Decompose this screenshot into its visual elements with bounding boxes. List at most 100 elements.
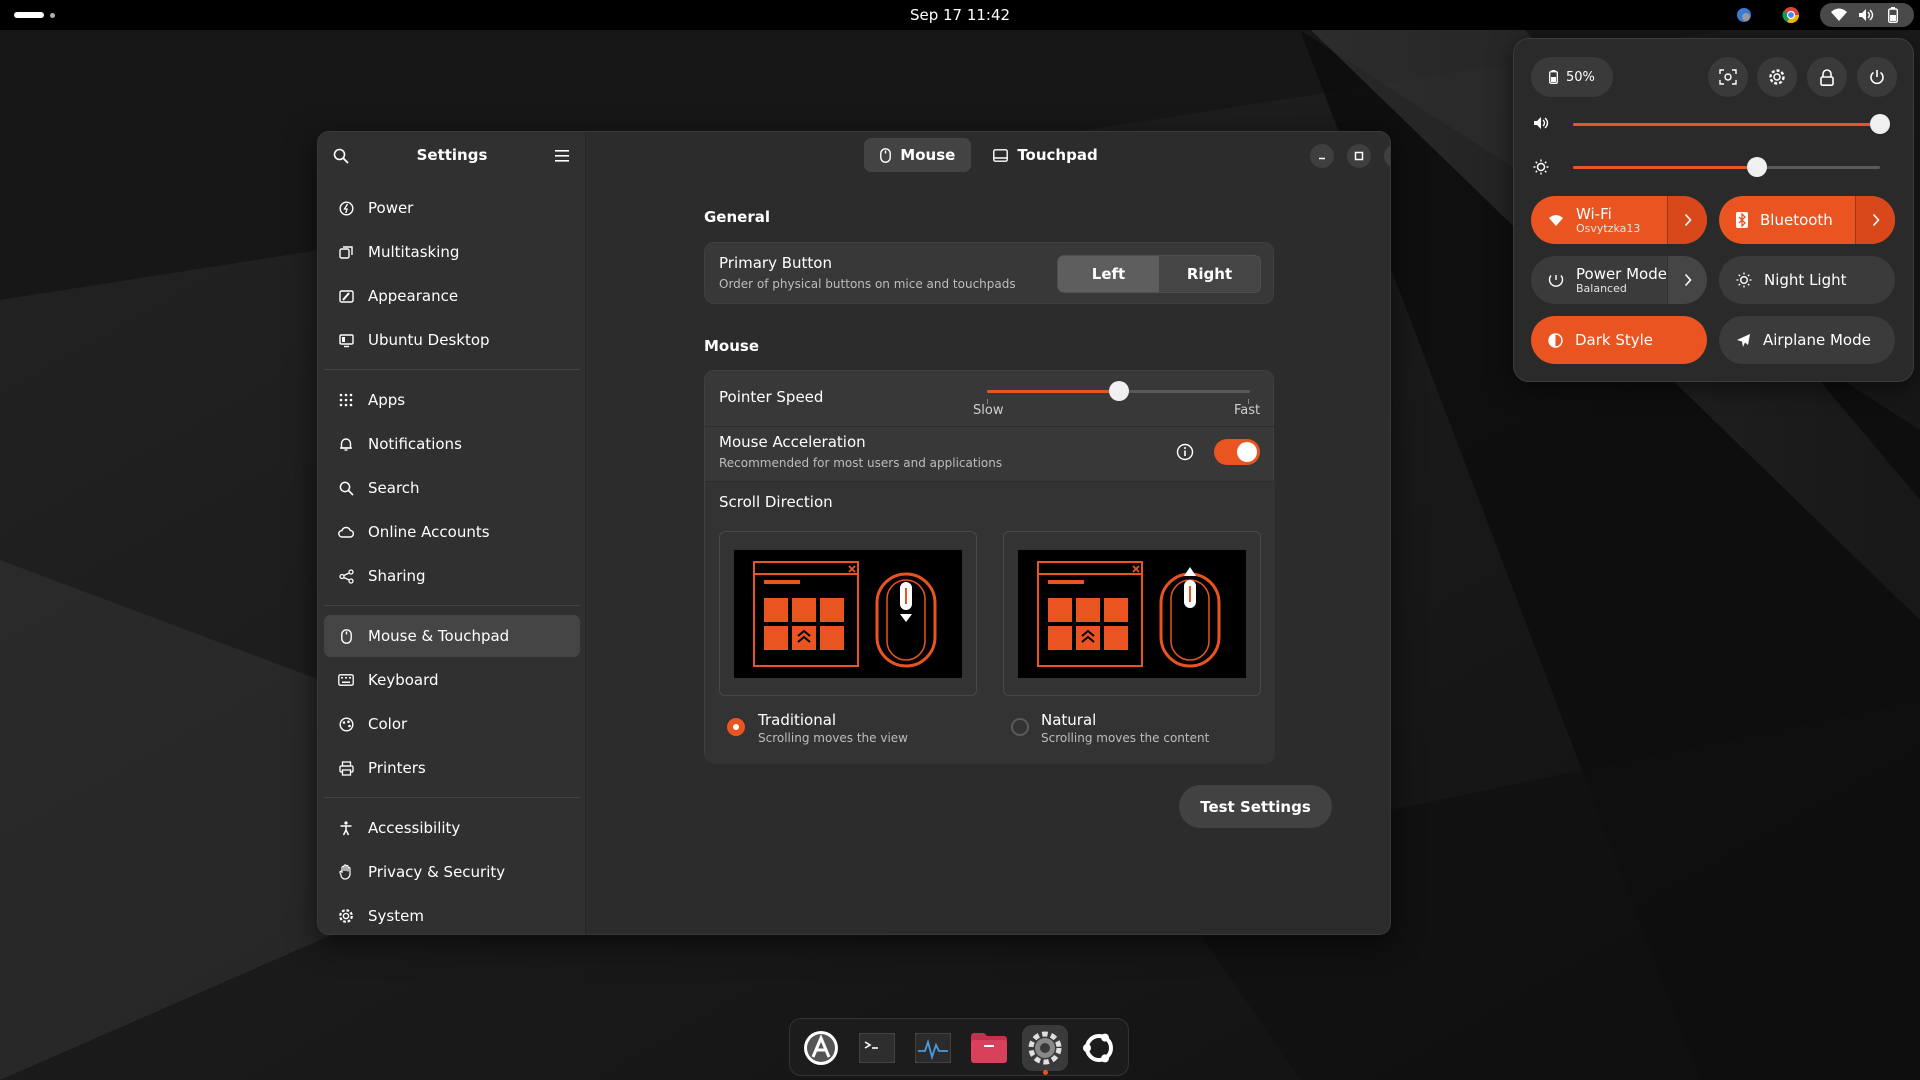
fast-label: Fast xyxy=(1234,403,1261,418)
sidebar-item-search[interactable]: Search xyxy=(324,467,580,509)
system-status-menu[interactable] xyxy=(1820,3,1914,27)
sidebar-item-appearance[interactable]: Appearance xyxy=(324,275,580,317)
volume-slider[interactable] xyxy=(1573,114,1890,134)
brightness-knob[interactable] xyxy=(1747,157,1768,177)
nav-separator xyxy=(324,369,580,370)
sidebar-item-label: Sharing xyxy=(368,567,426,585)
power-mode-icon xyxy=(1548,275,1564,287)
chevron-right-icon xyxy=(1684,213,1692,227)
test-settings-button[interactable]: Test Settings xyxy=(1179,785,1332,828)
primary-button-title: Primary Button xyxy=(719,254,832,272)
lock-screen-button[interactable] xyxy=(1807,57,1847,97)
battery-status-button[interactable]: 50% xyxy=(1531,57,1613,97)
dark-style-tile[interactable]: Dark Style xyxy=(1531,316,1707,364)
brightness-fill xyxy=(1573,166,1758,169)
sidebar-item-privacy-security[interactable]: Privacy & Security xyxy=(324,851,580,893)
mouse-section-title: Mouse xyxy=(704,337,760,355)
volume-icon xyxy=(1534,117,1549,129)
night-light-tile[interactable]: Night Light xyxy=(1719,256,1895,304)
app-center-icon xyxy=(804,1031,838,1065)
wifi-tile[interactable]: Wi-Fi Osvytzka13 xyxy=(1531,196,1707,244)
sidebar-item-sharing[interactable]: Sharing xyxy=(324,555,580,597)
airplane-mode-label: Airplane Mode xyxy=(1763,331,1871,349)
remote-desktop-tray-icon[interactable] xyxy=(1734,5,1754,25)
power-off-button[interactable] xyxy=(1857,57,1897,97)
clock-datetime[interactable]: Sep 17 11:42 xyxy=(910,6,1010,24)
sidebar-item-multitasking[interactable]: Multitasking xyxy=(324,231,580,273)
dark-style-label: Dark Style xyxy=(1575,331,1654,349)
mouse-icon xyxy=(880,147,892,163)
sidebar-item-mouse-touchpad[interactable]: Mouse & Touchpad xyxy=(324,615,580,657)
volume-fill xyxy=(1573,123,1880,126)
dock-system-monitor[interactable] xyxy=(910,1025,956,1071)
traditional-scroll-illustration[interactable] xyxy=(719,531,977,696)
wifi-icon xyxy=(1549,214,1563,226)
sidebar-item-label: System xyxy=(368,907,424,925)
primary-button-subtitle: Order of physical buttons on mice and to… xyxy=(719,277,1016,291)
volume-knob[interactable] xyxy=(1870,114,1890,134)
sidebar-item-printers[interactable]: Printers xyxy=(324,747,580,789)
dock-terminal[interactable] xyxy=(854,1025,900,1071)
dock-app-center[interactable] xyxy=(798,1025,844,1071)
natural-radio[interactable] xyxy=(1011,718,1029,736)
sidebar-item-color[interactable]: Color xyxy=(324,703,580,745)
dock-files[interactable] xyxy=(966,1025,1012,1071)
slow-label: Slow xyxy=(973,403,1004,418)
traditional-radio[interactable] xyxy=(727,718,745,736)
natural-scroll-illustration[interactable] xyxy=(1003,531,1261,696)
nav-separator xyxy=(324,605,580,606)
settings-window: Settings Power Multitasking Appearance Ubun… xyxy=(317,131,1391,935)
sidebar-item-label: Power xyxy=(368,199,414,217)
printer-icon xyxy=(338,760,354,776)
airplane-mode-tile[interactable]: Airplane Mode xyxy=(1719,316,1895,364)
screenshot-button[interactable] xyxy=(1708,57,1748,97)
activities-workspace-indicator[interactable] xyxy=(14,12,44,18)
settings-button[interactable] xyxy=(1757,57,1797,97)
info-icon[interactable] xyxy=(1176,443,1194,461)
sidebar-item-ubuntu-desktop[interactable]: Ubuntu Desktop xyxy=(324,319,580,361)
share-icon xyxy=(338,568,354,584)
touchpad-icon xyxy=(993,148,1009,162)
sidebar-item-online-accounts[interactable]: Online Accounts xyxy=(324,511,580,553)
power-mode-tile[interactable]: Power Mode Balanced xyxy=(1531,256,1707,304)
settings-nav-list: Power Multitasking Appearance Ubuntu Deskto… xyxy=(324,187,580,934)
dock-settings[interactable] xyxy=(1022,1025,1068,1071)
bluetooth-menu-arrow[interactable] xyxy=(1855,196,1895,244)
power-mode-menu-arrow[interactable] xyxy=(1667,256,1707,304)
hamburger-menu-icon[interactable] xyxy=(550,144,574,168)
minimize-button[interactable] xyxy=(1310,144,1334,168)
sidebar-item-notifications[interactable]: Notifications xyxy=(324,423,580,465)
screenshot-icon xyxy=(1719,69,1737,85)
running-indicator xyxy=(1043,1070,1048,1075)
power-mode-value: Balanced xyxy=(1576,281,1627,295)
dock-show-apps[interactable] xyxy=(1076,1025,1122,1071)
workspace-dot[interactable] xyxy=(50,13,55,18)
bluetooth-tile[interactable]: Bluetooth xyxy=(1719,196,1895,244)
accessibility-icon xyxy=(338,820,354,836)
tab-touchpad-label: Touchpad xyxy=(1017,146,1098,164)
primary-left-button[interactable]: Left xyxy=(1058,256,1159,292)
search-icon xyxy=(338,480,354,496)
sidebar-item-label: Keyboard xyxy=(368,671,439,689)
tab-mouse[interactable]: Mouse xyxy=(864,138,972,172)
sidebar-item-apps[interactable]: Apps xyxy=(324,379,580,421)
night-light-label: Night Light xyxy=(1764,271,1847,289)
apps-grid-icon xyxy=(338,392,354,408)
sidebar-item-keyboard[interactable]: Keyboard xyxy=(324,659,580,701)
tab-touchpad[interactable]: Touchpad xyxy=(977,138,1113,172)
sidebar-item-power[interactable]: Power xyxy=(324,187,580,229)
sidebar-item-accessibility[interactable]: Accessibility xyxy=(324,807,580,849)
chrome-tray-icon[interactable] xyxy=(1781,5,1801,25)
terminal-icon xyxy=(859,1033,895,1063)
maximize-button[interactable] xyxy=(1347,144,1371,168)
mouse-icon xyxy=(338,628,354,644)
sidebar-item-system[interactable]: System xyxy=(324,895,580,934)
sidebar-item-label: Notifications xyxy=(368,435,462,453)
mouse-acceleration-switch[interactable] xyxy=(1214,439,1260,465)
pointer-speed-slider[interactable] xyxy=(987,381,1250,401)
airplane-icon xyxy=(1737,333,1750,347)
pointer-speed-knob[interactable] xyxy=(1108,381,1129,401)
primary-right-button[interactable]: Right xyxy=(1159,256,1260,292)
wifi-menu-arrow[interactable] xyxy=(1667,196,1707,244)
brightness-slider[interactable] xyxy=(1573,157,1880,177)
